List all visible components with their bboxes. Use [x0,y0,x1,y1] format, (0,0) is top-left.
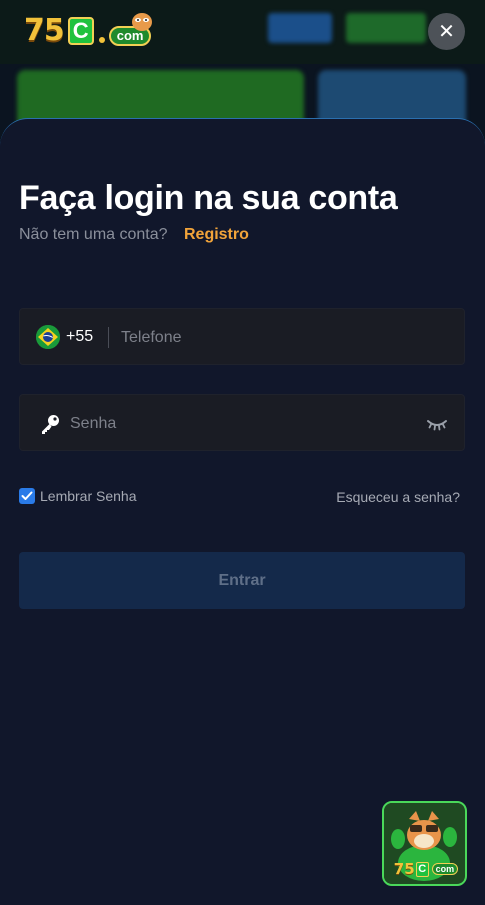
background-header: 75 C com ✕ [0,0,485,64]
login-button[interactable]: Entrar [19,552,465,609]
password-input[interactable] [70,395,410,452]
checkbox-checked-icon[interactable] [19,488,35,504]
phone-field: +55 [19,308,465,366]
brazil-flag-icon[interactable] [36,325,60,349]
background-login-button [268,13,332,43]
login-modal: Faça login na sua conta Não tem uma cont… [0,118,485,905]
site-logo: 75 C com [24,13,152,48]
remember-password-label[interactable]: Lembrar Senha [40,488,137,504]
divider [108,327,109,348]
register-prompt: Não tem uma conta? Registro [19,226,249,244]
logo-mascot-icon [132,13,152,31]
close-icon: ✕ [438,21,455,43]
background-register-button [346,13,426,43]
eye-closed-icon[interactable] [426,417,448,431]
badge-number: 75 [393,860,415,878]
phone-input[interactable] [121,309,451,366]
close-button[interactable]: ✕ [428,13,465,50]
register-link[interactable]: Registro [184,226,249,243]
password-field [19,394,465,452]
badge-domain: com [431,863,459,875]
key-icon [42,415,59,434]
logo-letter: C [67,17,94,45]
badge-letter: C [415,861,429,877]
app-download-badge[interactable]: 75 C com [382,801,467,886]
logo-dot [98,37,105,43]
login-screen: 75 C com ✕ Faça login na sua conta Não t… [0,0,485,905]
register-prompt-text: Não tem uma conta? [19,226,168,243]
remember-password-checkbox[interactable]: Lembrar Senha [19,488,137,504]
page-title: Faça login na sua conta [19,179,398,217]
logo-number: 75 [24,13,65,48]
country-code[interactable]: +55 [66,328,93,346]
app-badge-logo: 75 C com [388,860,464,878]
forgot-password-link[interactable]: Esqueceu a senha? [336,489,460,505]
